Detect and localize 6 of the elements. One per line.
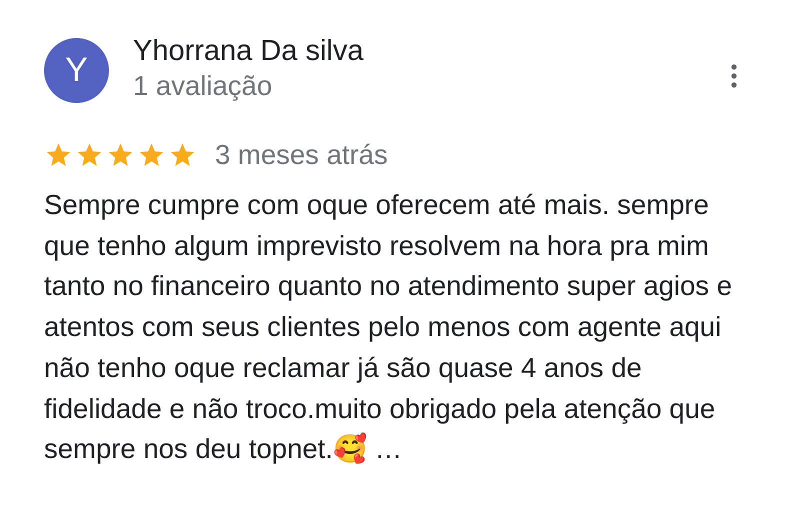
author-name[interactable]: Yhorrana Da silva — [133, 34, 364, 68]
more-icon — [731, 64, 737, 88]
review-text: Sempre cumpre com oque oferecem até mais. sempre que tenho algum imprevisto resolvem na hora pra mim tanto no financeiro quanto no atendimento super agios e atentos com seus clientes pelo menos com agente aqui não tenho oque reclamar já são quase 4 anos de fidelidade e não troco.muito obrigado pela atenção que sempre nos deu topnet.🥰 … — [44, 188, 733, 466]
review-time: 3 meses atrás — [215, 139, 388, 171]
review-count: 1 avaliação — [133, 70, 274, 102]
avatar[interactable]: Y — [44, 38, 109, 103]
